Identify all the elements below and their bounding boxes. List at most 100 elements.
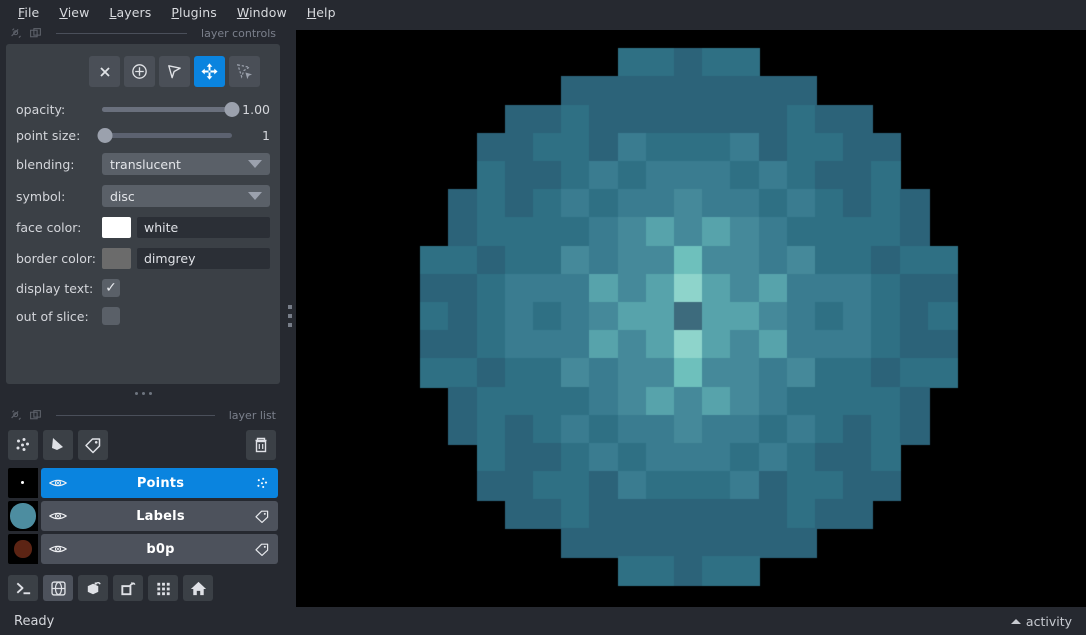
image-render xyxy=(296,30,1086,607)
titlebar-rule xyxy=(56,32,188,34)
layer-list-titlebar: layer list xyxy=(6,406,280,424)
terminal-icon xyxy=(16,582,30,594)
symbol-value: disc xyxy=(110,188,135,204)
pan-zoom-button[interactable] xyxy=(194,56,225,87)
face-color-row: white xyxy=(102,217,270,238)
add-point-icon xyxy=(132,64,147,79)
layer-thumbnail xyxy=(8,534,38,564)
layer-row-body[interactable]: Points xyxy=(41,468,278,498)
transform-button[interactable] xyxy=(229,56,260,87)
visibility-icon[interactable] xyxy=(49,542,67,556)
undock-icon[interactable] xyxy=(29,409,42,422)
point-size-slider[interactable] xyxy=(97,127,232,143)
layer-list-buttons xyxy=(6,424,280,466)
opacity-knob[interactable] xyxy=(224,101,240,117)
layer-name: b0p xyxy=(146,541,175,557)
layer-list-dock: layer list Points Labels b0p xyxy=(6,406,280,607)
cube-3d-icon xyxy=(50,580,66,596)
menu-plugins[interactable]: Plugins xyxy=(161,2,226,23)
activity-label: activity xyxy=(1025,613,1072,629)
ndisplay-button[interactable] xyxy=(43,575,73,601)
transpose-dims-button[interactable] xyxy=(113,575,143,601)
menu-help[interactable]: Help xyxy=(297,2,346,23)
new-shapes-layer-button[interactable] xyxy=(43,430,73,460)
handle-dot xyxy=(148,391,152,395)
select-points-button[interactable] xyxy=(159,56,190,87)
point-size-label: point size: xyxy=(16,127,81,143)
console-button[interactable] xyxy=(8,575,38,601)
face-color-swatch[interactable] xyxy=(102,217,131,238)
move-icon xyxy=(201,63,218,80)
roll-dims-button[interactable] xyxy=(78,575,108,601)
border-color-field[interactable]: dimgrey xyxy=(137,248,270,269)
delete-selected-points-button[interactable] xyxy=(89,56,120,87)
status-message: Ready xyxy=(14,613,55,629)
point-size-knob[interactable] xyxy=(97,127,113,143)
dock-splitter[interactable] xyxy=(284,24,296,607)
layer-rows: Points Labels b0p xyxy=(6,468,280,564)
splitter-dot xyxy=(288,313,292,318)
point-size-track xyxy=(102,132,232,138)
home-button[interactable] xyxy=(183,575,213,601)
face-color-field[interactable]: white xyxy=(137,217,270,238)
opacity-slider[interactable] xyxy=(102,101,240,117)
layer-row-body[interactable]: b0p xyxy=(41,534,278,564)
splitter-dot xyxy=(288,322,292,327)
float-icon[interactable] xyxy=(10,27,23,40)
labels-layer-icon xyxy=(255,510,269,523)
layer-row-body[interactable]: Labels xyxy=(41,501,278,531)
visibility-icon[interactable] xyxy=(49,509,67,523)
activity-button[interactable]: activity xyxy=(1010,613,1072,629)
out-of-slice-checkbox[interactable] xyxy=(102,307,120,325)
napari-viewer-window: File View Layers Plugins Window Help lay… xyxy=(0,0,1086,635)
points-properties-grid: opacity: 1.00 point size: 1 blending: tr… xyxy=(16,101,270,325)
blending-value: translucent xyxy=(110,156,181,172)
symbol-select[interactable]: disc xyxy=(102,185,270,207)
layer-name: Labels xyxy=(136,508,185,524)
splitter-dot xyxy=(288,304,292,309)
layer-list-title: layer list xyxy=(228,408,276,422)
layer-row-b0p[interactable]: b0p xyxy=(8,534,278,564)
panel-resize-handle[interactable] xyxy=(6,386,280,400)
opacity-fill xyxy=(102,106,232,112)
points-icon xyxy=(16,438,29,451)
layer-row-labels[interactable]: Labels xyxy=(8,501,278,531)
symbol-label: symbol: xyxy=(16,188,66,204)
border-color-swatch[interactable] xyxy=(102,248,131,269)
face-color-label: face color: xyxy=(16,220,82,235)
display-text-label: display text: xyxy=(16,280,94,296)
trash-icon xyxy=(255,437,267,453)
viewer-canvas[interactable] xyxy=(296,30,1086,607)
menubar: File View Layers Plugins Window Help xyxy=(0,0,1086,24)
blending-select[interactable]: translucent xyxy=(102,153,270,175)
handle-dot xyxy=(141,391,145,395)
delete-layer-button[interactable] xyxy=(246,430,276,460)
main-body: layer controls opacity: 1.00 point size:… xyxy=(0,24,1086,607)
layer-thumbnail xyxy=(8,468,38,498)
menu-window[interactable]: Window xyxy=(227,2,297,23)
float-icon[interactable] xyxy=(10,409,23,422)
left-dock: layer controls opacity: 1.00 point size:… xyxy=(0,24,284,607)
menu-view[interactable]: View xyxy=(49,2,99,23)
home-icon xyxy=(190,581,206,595)
labels-icon xyxy=(85,438,101,454)
undock-icon[interactable] xyxy=(29,27,42,40)
new-points-layer-button[interactable] xyxy=(8,430,38,460)
layer-row-points[interactable]: Points xyxy=(8,468,278,498)
border-color-row: dimgrey xyxy=(102,248,270,269)
layer-controls-titlebar: layer controls xyxy=(6,24,280,42)
out-of-slice-label: out of slice: xyxy=(16,308,89,324)
menu-layers[interactable]: Layers xyxy=(99,2,161,23)
titlebar-rule xyxy=(56,414,215,416)
opacity-label: opacity: xyxy=(16,101,66,117)
grid-view-button[interactable] xyxy=(148,575,178,601)
add-points-button[interactable] xyxy=(124,56,155,87)
layer-controls-panel: opacity: 1.00 point size: 1 blending: tr… xyxy=(6,44,280,395)
shapes-icon xyxy=(52,438,63,450)
border-color-label: border color: xyxy=(16,251,97,266)
visibility-icon[interactable] xyxy=(49,476,67,490)
menu-file[interactable]: File xyxy=(8,2,49,23)
new-labels-layer-button[interactable] xyxy=(78,430,108,460)
display-text-checkbox[interactable]: ✓ xyxy=(102,279,120,297)
blending-label: blending: xyxy=(16,156,75,172)
